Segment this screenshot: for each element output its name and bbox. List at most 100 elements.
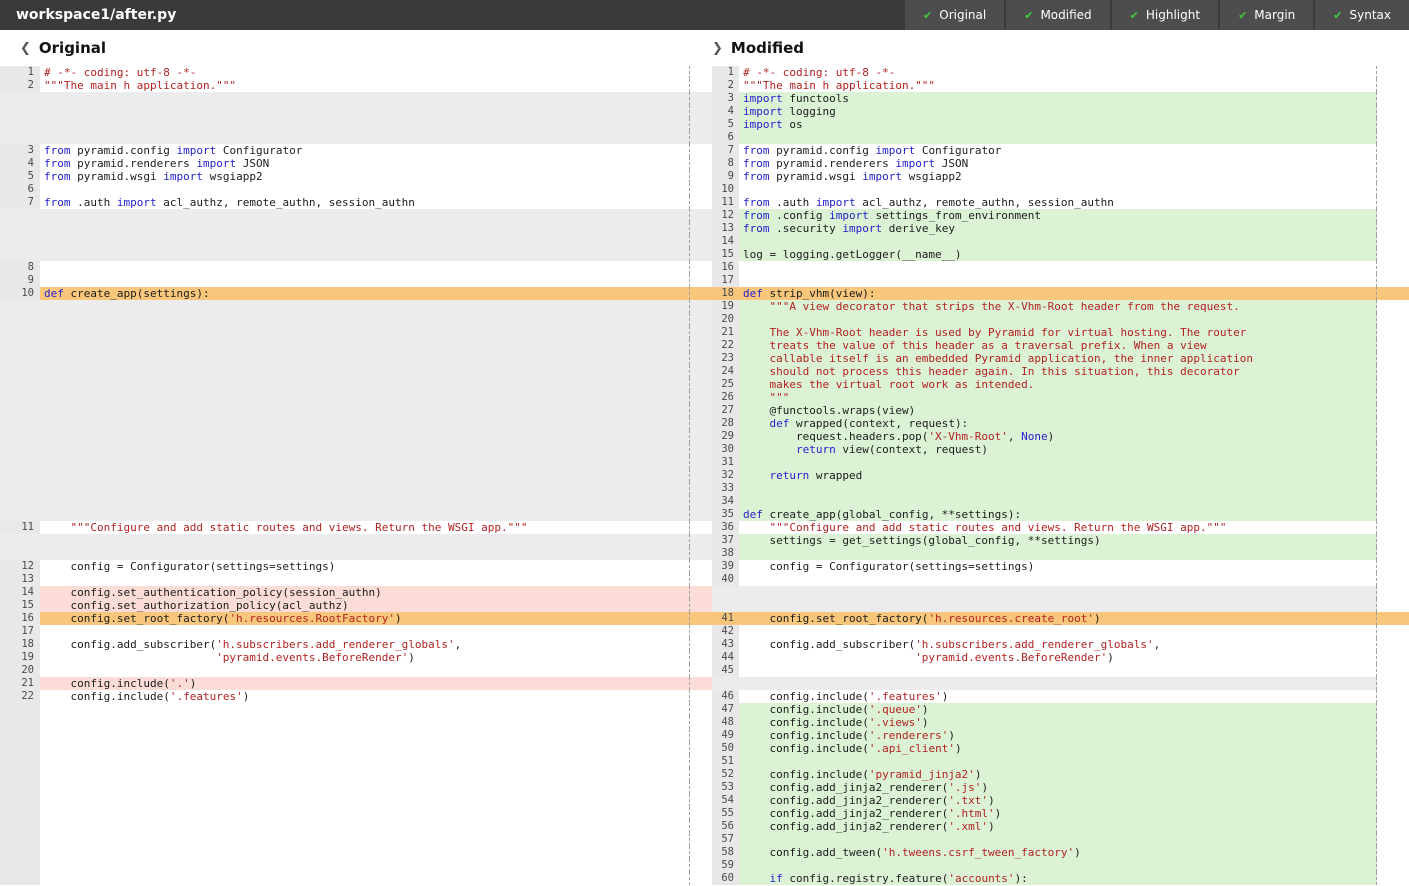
- code-row: 22 config.include('.features'): [0, 690, 712, 703]
- line-number: [0, 534, 40, 547]
- change-margin: [690, 92, 712, 105]
- change-margin: [1377, 755, 1409, 768]
- line-number: [712, 599, 739, 612]
- code-line: [739, 274, 1377, 287]
- code-token: @functools.wraps(view): [743, 404, 915, 417]
- change-margin: [1377, 781, 1409, 794]
- toolbar-button-highlight[interactable]: ✔Highlight: [1112, 0, 1218, 30]
- code-line: [739, 625, 1377, 638]
- code-line: [739, 833, 1377, 846]
- change-margin: [690, 391, 712, 404]
- line-number: [0, 703, 40, 716]
- code-line: # -*- coding: utf-8 -*-: [739, 66, 1377, 79]
- line-number: [0, 404, 40, 417]
- code-token: pyramid.config: [770, 144, 876, 157]
- toolbar-button-label: Margin: [1254, 8, 1295, 22]
- code-row: 12from .config import settings_from_envi…: [712, 209, 1409, 222]
- code-token: import: [829, 209, 869, 222]
- line-number: 48: [712, 716, 739, 729]
- code-line: [40, 417, 690, 430]
- code-row: 46 config.include('.features'): [712, 690, 1409, 703]
- change-margin: [1377, 534, 1409, 547]
- code-line: from .config import settings_from_enviro…: [739, 209, 1377, 222]
- code-line: [40, 807, 690, 820]
- toolbar-button-modified[interactable]: ✔Modified: [1006, 0, 1109, 30]
- code-line: from pyramid.config import Configurator: [40, 144, 690, 157]
- line-number: [0, 209, 40, 222]
- code-line: [40, 352, 690, 365]
- code-line: [739, 183, 1377, 196]
- code-line: import logging: [739, 105, 1377, 118]
- line-number: [0, 300, 40, 313]
- code-line: def create_app(global_config, **settings…: [739, 508, 1377, 521]
- change-margin: [690, 352, 712, 365]
- code-token: should not process this header again. In…: [743, 365, 1240, 378]
- line-number: [0, 716, 40, 729]
- line-number: 45: [712, 664, 739, 677]
- change-margin: [690, 196, 712, 209]
- change-margin: [1377, 482, 1409, 495]
- change-margin: [690, 365, 712, 378]
- code-row: 14: [712, 235, 1409, 248]
- code-token: import: [743, 105, 783, 118]
- toolbar-button-original[interactable]: ✔Original: [905, 0, 1004, 30]
- pane-modified[interactable]: 1# -*- coding: utf-8 -*-2"""The main h a…: [712, 66, 1409, 886]
- toolbar-button-margin[interactable]: ✔Margin: [1220, 0, 1313, 30]
- code-row: 22 treats the value of this header as a …: [712, 339, 1409, 352]
- code-line: config.include('.views'): [739, 716, 1377, 729]
- line-number: 19: [712, 300, 739, 313]
- code-row: [0, 209, 712, 222]
- code-row: [712, 677, 1409, 690]
- code-token: import: [862, 170, 902, 183]
- line-number: [0, 105, 40, 118]
- code-token: config.set_root_factory(: [44, 612, 229, 625]
- code-row: [0, 794, 712, 807]
- line-number: 32: [712, 469, 739, 482]
- code-line: [40, 742, 690, 755]
- code-line: [40, 495, 690, 508]
- line-number: [0, 131, 40, 144]
- code-token: None: [1021, 430, 1048, 443]
- code-line: callable itself is an embedded Pyramid a…: [739, 352, 1377, 365]
- change-margin: [690, 313, 712, 326]
- code-line: from pyramid.wsgi import wsgiapp2: [739, 170, 1377, 183]
- code-row: [0, 456, 712, 469]
- code-row: 18def strip_vhm(view):: [712, 287, 1409, 300]
- line-number: 59: [712, 859, 739, 872]
- code-row: 52 config.include('pyramid_jinja2'): [712, 768, 1409, 781]
- code-token: pyramid.config: [71, 144, 177, 157]
- code-token: wrapped(context, request):: [789, 417, 968, 430]
- code-row: 7from .auth import acl_authz, remote_aut…: [0, 196, 712, 209]
- change-margin: [690, 430, 712, 443]
- change-margin: [690, 443, 712, 456]
- code-row: 43 config.add_subscriber('h.subscribers.…: [712, 638, 1409, 651]
- toolbar-button-syntax[interactable]: ✔Syntax: [1315, 0, 1409, 30]
- code-line: should not process this header again. In…: [739, 365, 1377, 378]
- code-line: [40, 339, 690, 352]
- pane-original[interactable]: 1# -*- coding: utf-8 -*-2"""The main h a…: [0, 66, 712, 886]
- line-number: 11: [0, 521, 40, 534]
- code-line: [40, 625, 690, 638]
- change-margin: [1377, 703, 1409, 716]
- code-row: 9: [0, 274, 712, 287]
- code-line: from pyramid.wsgi import wsgiapp2: [40, 170, 690, 183]
- code-token: logging: [783, 105, 836, 118]
- change-margin: [690, 79, 712, 92]
- change-margin: [1377, 612, 1409, 625]
- line-number: 27: [712, 404, 739, 417]
- change-margin: [690, 326, 712, 339]
- line-number: 5: [0, 170, 40, 183]
- change-margin: [690, 118, 712, 131]
- code-line: [739, 599, 1377, 612]
- code-token: config.add_jinja2_renderer(: [743, 807, 948, 820]
- code-token: from: [44, 170, 71, 183]
- code-row: 7from pyramid.config import Configurator: [712, 144, 1409, 157]
- code-token: import: [743, 92, 783, 105]
- code-token: JSON: [236, 157, 269, 170]
- code-row: [0, 729, 712, 742]
- change-margin: [1377, 625, 1409, 638]
- code-token: config.include(: [44, 677, 170, 690]
- code-token: config.include(: [743, 742, 869, 755]
- code-line: def strip_vhm(view):: [739, 287, 1377, 300]
- code-line: """: [739, 391, 1377, 404]
